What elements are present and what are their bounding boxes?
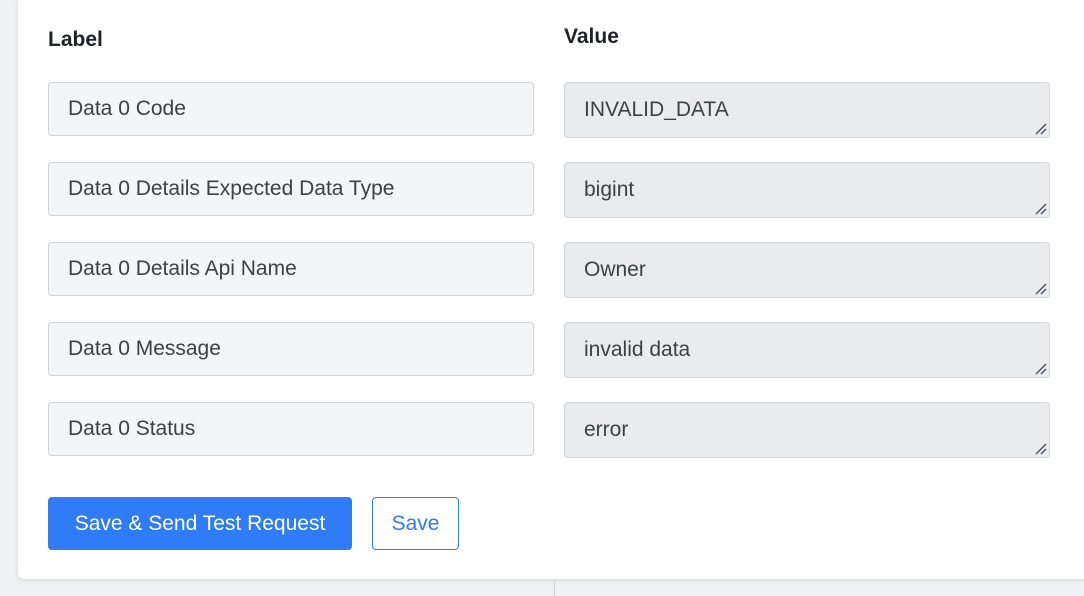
value-field-0[interactable]: INVALID_DATA	[564, 82, 1050, 138]
label-field-3[interactable]: Data 0 Message	[48, 322, 534, 376]
value-text: Owner	[584, 258, 646, 281]
value-text: invalid data	[584, 338, 691, 361]
value-field-2[interactable]: Owner	[564, 242, 1050, 298]
resize-handle-icon[interactable]	[1033, 201, 1047, 215]
value-field-4[interactable]: error	[564, 402, 1050, 458]
resize-handle-icon[interactable]	[1033, 121, 1047, 135]
label-field-1[interactable]: Data 0 Details Expected Data Type	[48, 162, 534, 216]
value-column-header: Value	[564, 25, 619, 48]
background-divider	[554, 580, 555, 596]
label-field-0[interactable]: Data 0 Code	[48, 82, 534, 136]
resize-handle-icon[interactable]	[1033, 281, 1047, 295]
value-text: bigint	[584, 178, 635, 201]
resize-handle-icon[interactable]	[1033, 361, 1047, 375]
label-field-2[interactable]: Data 0 Details Api Name	[48, 242, 534, 296]
value-text: INVALID_DATA	[584, 98, 729, 121]
label-field-4[interactable]: Data 0 Status	[48, 402, 534, 456]
value-text: error	[584, 418, 629, 441]
value-field-1[interactable]: bigint	[564, 162, 1050, 218]
value-field-3[interactable]: invalid data	[564, 322, 1050, 378]
save-and-send-test-request-button[interactable]: Save & Send Test Request	[48, 497, 352, 550]
resize-handle-icon[interactable]	[1033, 441, 1047, 455]
save-button[interactable]: Save	[372, 497, 459, 550]
label-column-header: Label	[48, 28, 103, 51]
